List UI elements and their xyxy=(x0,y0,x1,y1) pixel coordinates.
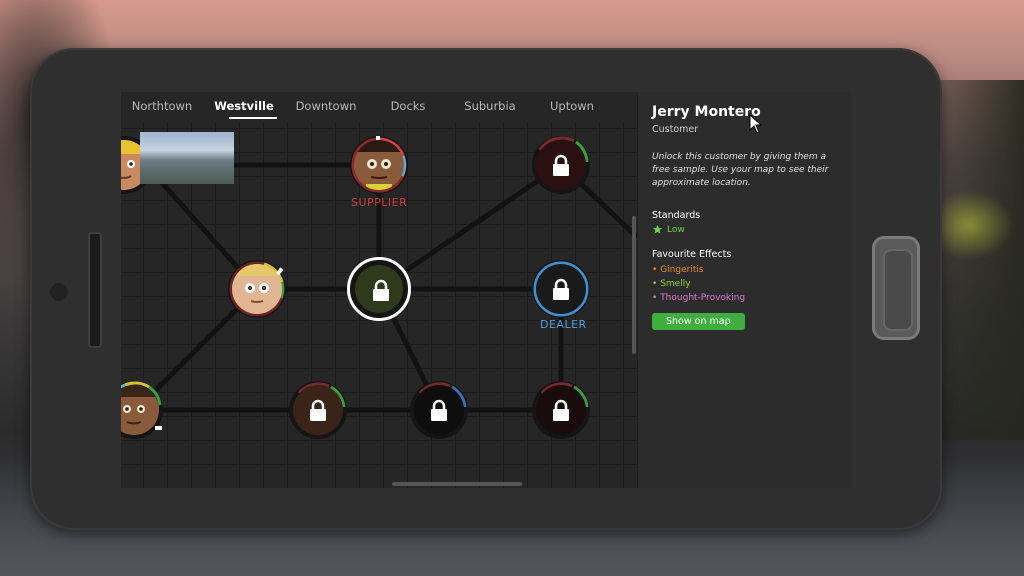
phone-side-slot xyxy=(88,232,102,348)
effect-item: • Smelly xyxy=(652,277,837,291)
tab-suburbia[interactable]: Suburbia xyxy=(449,92,531,122)
tab-downtown[interactable]: Downtown xyxy=(285,92,367,122)
lock-icon xyxy=(553,154,569,176)
tab-docks[interactable]: Docks xyxy=(367,92,449,122)
location-thumbnail xyxy=(140,132,234,184)
tab-northtown[interactable]: Northtown xyxy=(121,92,203,122)
lock-icon xyxy=(373,279,389,301)
lock-icon xyxy=(310,399,326,421)
locked-node[interactable] xyxy=(532,136,590,194)
effect-name: Thought-Provoking xyxy=(660,293,746,303)
dealer-label: DEALER xyxy=(540,318,587,331)
customer-portrait xyxy=(121,385,159,435)
lock-icon xyxy=(431,399,447,421)
locked-node[interactable] xyxy=(289,381,347,439)
standards-row: Low xyxy=(652,224,837,235)
star-icon xyxy=(652,224,663,234)
vertical-scrollbar[interactable] xyxy=(632,216,636,354)
standards-title: Standards xyxy=(652,210,701,221)
unlock-description: Unlock this customer by giving them a fr… xyxy=(652,152,829,188)
customer-details-panel: Jerry Montero Customer Unlock this custo… xyxy=(637,92,851,488)
phone-home-button[interactable] xyxy=(872,236,920,340)
lock-icon xyxy=(553,399,569,421)
bullet: • xyxy=(652,265,658,275)
region-tabs: Northtown Westville Downtown Docks Subur… xyxy=(121,92,637,122)
locked-node[interactable] xyxy=(410,381,468,439)
effect-name: Gingeritis xyxy=(660,265,704,275)
locked-node[interactable] xyxy=(532,381,590,439)
effect-item: • Thought-Provoking xyxy=(652,291,837,305)
effects-title: Favourite Effects xyxy=(652,249,732,260)
phone-camera-dot xyxy=(50,283,68,301)
supplier-node[interactable] xyxy=(350,136,408,194)
customer-node[interactable] xyxy=(228,260,286,318)
tab-westville[interactable]: Westville xyxy=(203,92,285,122)
tab-uptown[interactable]: Uptown xyxy=(531,92,613,122)
customer-node[interactable] xyxy=(121,381,163,439)
effect-name: Smelly xyxy=(660,279,691,289)
phone-screen: Northtown Westville Downtown Docks Subur… xyxy=(121,92,851,488)
mouse-cursor-icon xyxy=(749,114,763,134)
show-on-map-button[interactable]: Show on map xyxy=(652,313,745,330)
customer-portrait xyxy=(232,264,282,314)
supplier-portrait xyxy=(354,140,404,190)
bullet: • xyxy=(652,279,658,289)
supplier-label: SUPPLIER xyxy=(351,196,408,209)
customer-type: Customer xyxy=(652,124,699,135)
horizontal-scrollbar[interactable] xyxy=(392,482,522,486)
lock-icon xyxy=(553,278,569,300)
dealer-node[interactable] xyxy=(532,260,590,318)
effect-item: • Gingeritis xyxy=(652,263,837,277)
standards-value: Low xyxy=(667,224,685,235)
contacts-map[interactable]: SUPPLIER DEALER xyxy=(121,122,637,488)
selected-customer-node[interactable] xyxy=(347,257,411,321)
customer-name: Jerry Montero xyxy=(652,104,761,120)
bullet: • xyxy=(652,293,658,303)
